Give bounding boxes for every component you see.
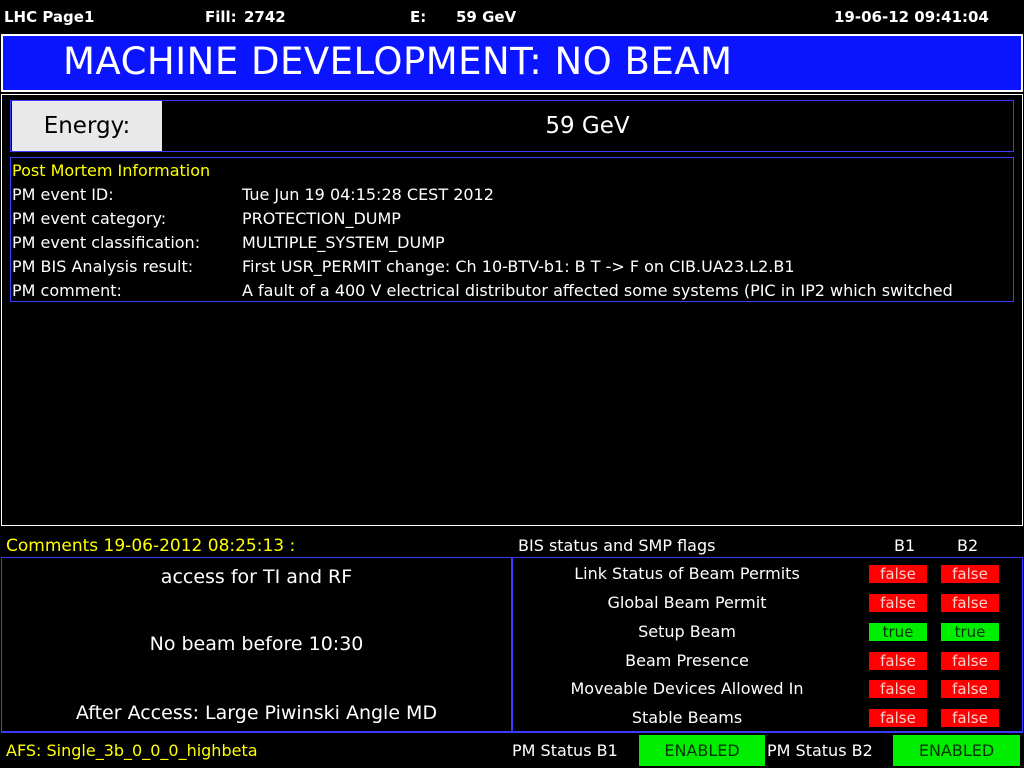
- flag-label: Beam Presence: [625, 651, 749, 670]
- pm-row-label: PM comment:: [12, 281, 122, 300]
- bis-panel: [512, 557, 1023, 732]
- flag-label: Link Status of Beam Permits: [574, 564, 800, 583]
- flag-b2: false: [941, 709, 999, 727]
- comment-line: After Access: Large Piwinski Angle MD: [75, 702, 438, 724]
- flag-label: Global Beam Permit: [607, 593, 767, 612]
- b2-header: B2: [957, 536, 979, 555]
- flag-b1: true: [869, 623, 927, 641]
- energy-header-value: 59 GeV: [456, 8, 517, 26]
- pm-row-label: PM event classification:: [12, 233, 201, 252]
- pm-row-label: PM BIS Analysis result:: [12, 257, 194, 276]
- flag-b2: false: [941, 565, 999, 583]
- bis-title: BIS status and SMP flags: [518, 536, 716, 555]
- pm-status-b2-label: PM Status B2: [767, 741, 873, 760]
- comment-line: No beam before 10:30: [149, 633, 364, 655]
- flag-b1: false: [869, 565, 927, 583]
- pm-row-value: A fault of a 400 V electrical distributo…: [242, 281, 953, 300]
- flag-b1: false: [869, 594, 927, 612]
- comment-line: access for TI and RF: [160, 566, 353, 588]
- flag-label: Setup Beam: [638, 622, 736, 641]
- flag-b2: false: [941, 652, 999, 670]
- post-mortem-title: Post Mortem Information: [12, 161, 211, 180]
- pm-status-b2-badge: ENABLED: [893, 735, 1020, 766]
- flag-label: Moveable Devices Allowed In: [570, 679, 804, 698]
- page-name: LHC Page1: [4, 8, 95, 26]
- flag-b1: false: [869, 680, 927, 698]
- pm-status-b1-badge: ENABLED: [639, 735, 765, 766]
- pm-status-b1-label: PM Status B1: [512, 741, 618, 760]
- pm-row-label: PM event ID:: [12, 185, 114, 204]
- fill-label: Fill:: [205, 8, 237, 26]
- footer-divider: [1, 732, 1023, 733]
- energy-value: 59 GeV: [545, 113, 630, 139]
- afs-status: AFS: Single_3b_0_0_0_highbeta: [6, 741, 258, 760]
- energy-label: Energy:: [12, 101, 162, 151]
- pm-row-label: PM event category:: [12, 209, 167, 228]
- flag-label: Stable Beams: [631, 708, 743, 727]
- flag-b2: true: [941, 623, 999, 641]
- flag-b1: false: [869, 709, 927, 727]
- comments-title: Comments 19-06-2012 08:25:13 :: [6, 536, 296, 556]
- pm-row-value: First USR_PERMIT change: Ch 10-BTV-b1: B…: [242, 257, 795, 276]
- flag-b2: false: [941, 594, 999, 612]
- status-banner: MACHINE DEVELOPMENT: NO BEAM: [1, 34, 1023, 92]
- pm-row-value: MULTIPLE_SYSTEM_DUMP: [242, 233, 445, 252]
- b1-header: B1: [894, 536, 916, 555]
- flag-b1: false: [869, 652, 927, 670]
- flag-b2: false: [941, 680, 999, 698]
- banner-title: MACHINE DEVELOPMENT: NO BEAM: [63, 40, 733, 83]
- pm-row-value: Tue Jun 19 04:15:28 CEST 2012: [242, 185, 494, 204]
- datetime: 19-06-12 09:41:04: [834, 8, 989, 26]
- pm-row-value: PROTECTION_DUMP: [242, 209, 401, 228]
- energy-header-label: E:: [410, 8, 427, 26]
- fill-value: 2742: [244, 8, 286, 26]
